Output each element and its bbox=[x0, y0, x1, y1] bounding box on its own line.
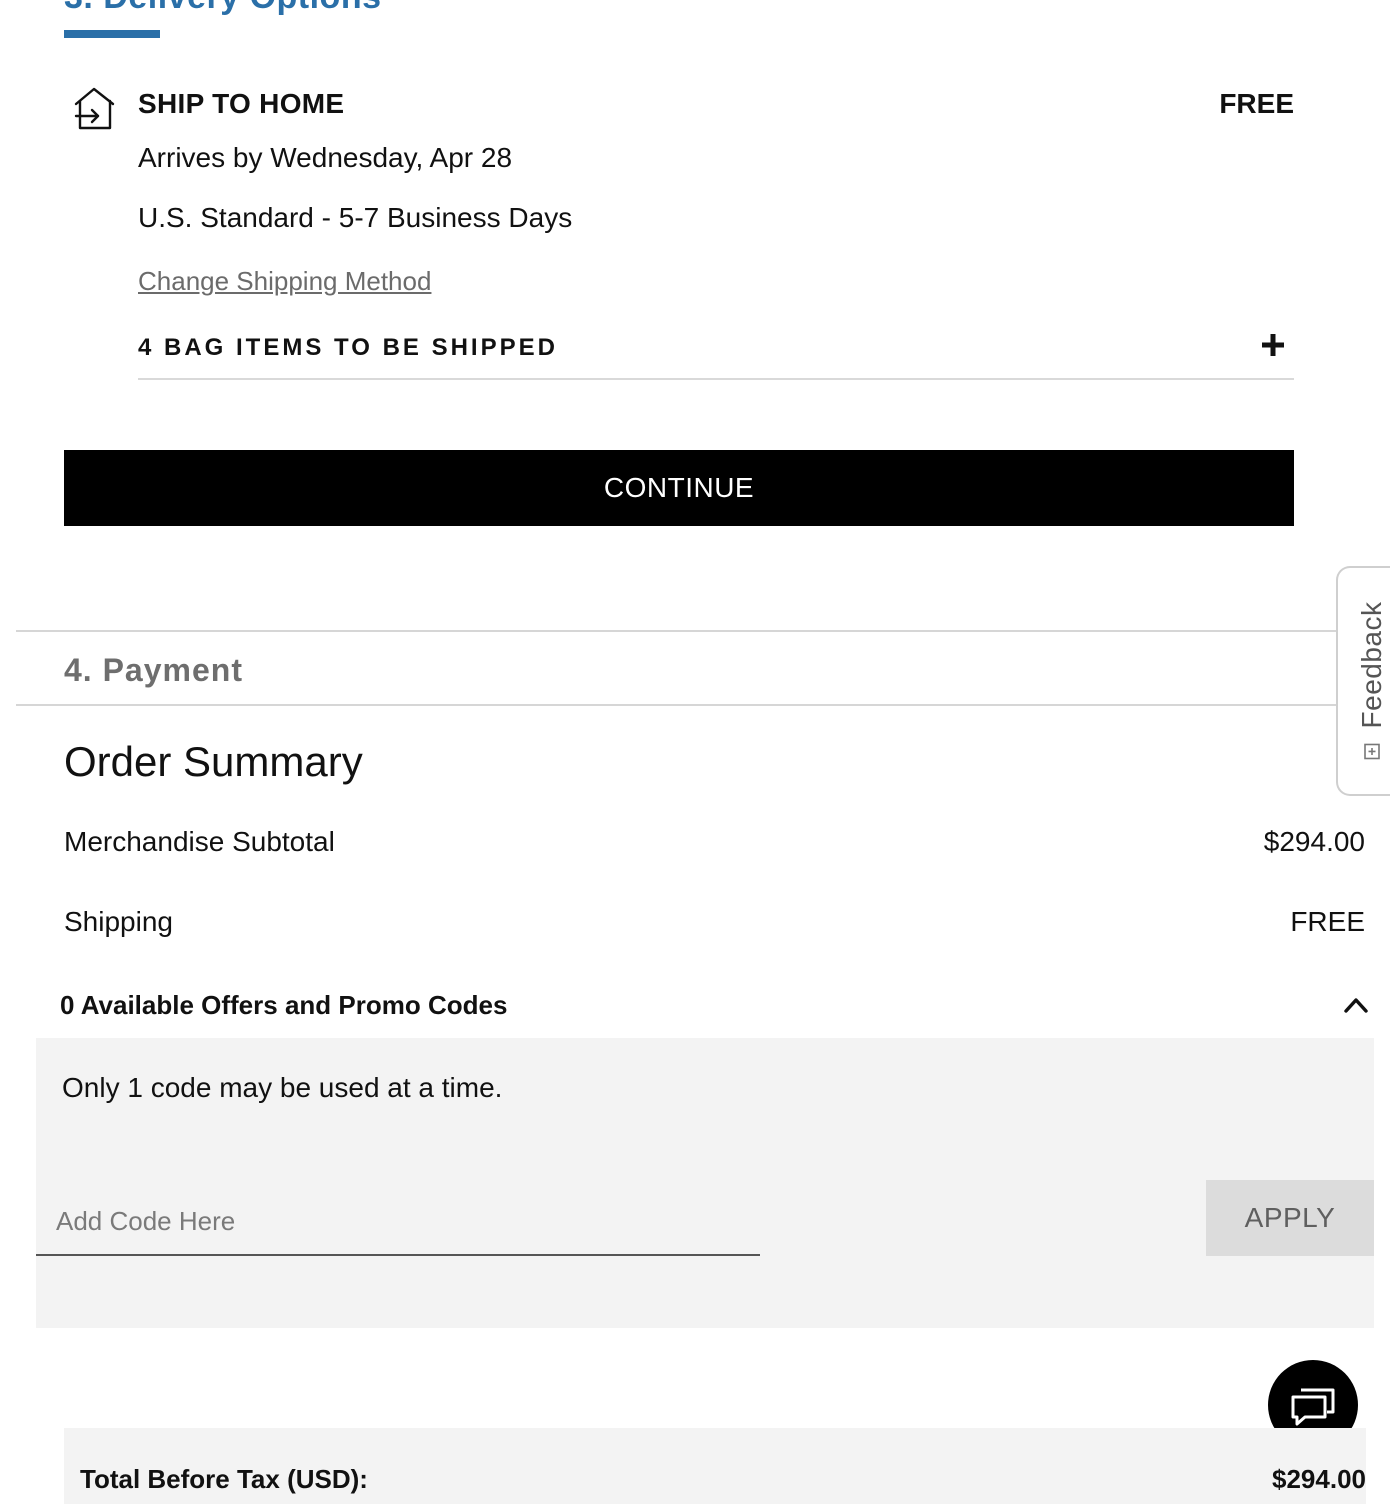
shipping-value: FREE bbox=[1290, 906, 1365, 937]
merchandise-subtotal-label: Merchandise Subtotal bbox=[64, 826, 335, 857]
offers-promo-title[interactable]: 0 Available Offers and Promo Codes bbox=[60, 990, 507, 1021]
chat-bubble-icon bbox=[1291, 1388, 1335, 1426]
continue-button[interactable]: CONTINUE bbox=[64, 450, 1294, 526]
promo-code-input[interactable] bbox=[36, 1188, 760, 1256]
apply-promo-button[interactable]: APPLY bbox=[1206, 1180, 1374, 1256]
ship-to-home-icon bbox=[74, 87, 115, 130]
total-before-tax-value: $294.00 bbox=[1272, 1464, 1366, 1494]
section-active-underline bbox=[64, 30, 160, 38]
shipping-method: U.S. Standard - 5-7 Business Days bbox=[138, 202, 573, 233]
order-summary-title: Order Summary bbox=[64, 738, 363, 785]
total-before-tax-bar: Total Before Tax (USD): $294.00 bbox=[64, 1428, 1366, 1504]
promo-code-note: Only 1 code may be used at a time. bbox=[62, 1072, 503, 1103]
feedback-plus-icon bbox=[1364, 743, 1380, 760]
feedback-tab[interactable]: Feedback bbox=[1336, 566, 1390, 796]
feedback-label: Feedback bbox=[1356, 601, 1387, 729]
ship-to-home-price: FREE bbox=[1219, 88, 1294, 119]
bag-items-label: 4 BAG ITEMS TO BE SHIPPED bbox=[138, 334, 558, 361]
bag-items-accordion[interactable]: 4 BAG ITEMS TO BE SHIPPED bbox=[138, 318, 1294, 380]
section-divider bbox=[16, 630, 1336, 632]
ship-to-home-title: SHIP TO HOME bbox=[138, 88, 345, 119]
delivery-section-title: 3. Delivery Options bbox=[64, 0, 382, 17]
payment-section-title: 4. Payment bbox=[64, 652, 243, 688]
plus-icon bbox=[1262, 334, 1284, 356]
section-divider bbox=[16, 704, 1336, 706]
total-before-tax-label: Total Before Tax (USD): bbox=[80, 1464, 368, 1494]
shipping-label: Shipping bbox=[64, 906, 173, 937]
chevron-up-icon[interactable] bbox=[1342, 994, 1370, 1016]
arrival-date: Arrives by Wednesday, Apr 28 bbox=[138, 142, 513, 173]
merchandise-subtotal-value: $294.00 bbox=[1263, 826, 1365, 857]
change-shipping-method-link[interactable]: Change Shipping Method bbox=[138, 266, 431, 297]
